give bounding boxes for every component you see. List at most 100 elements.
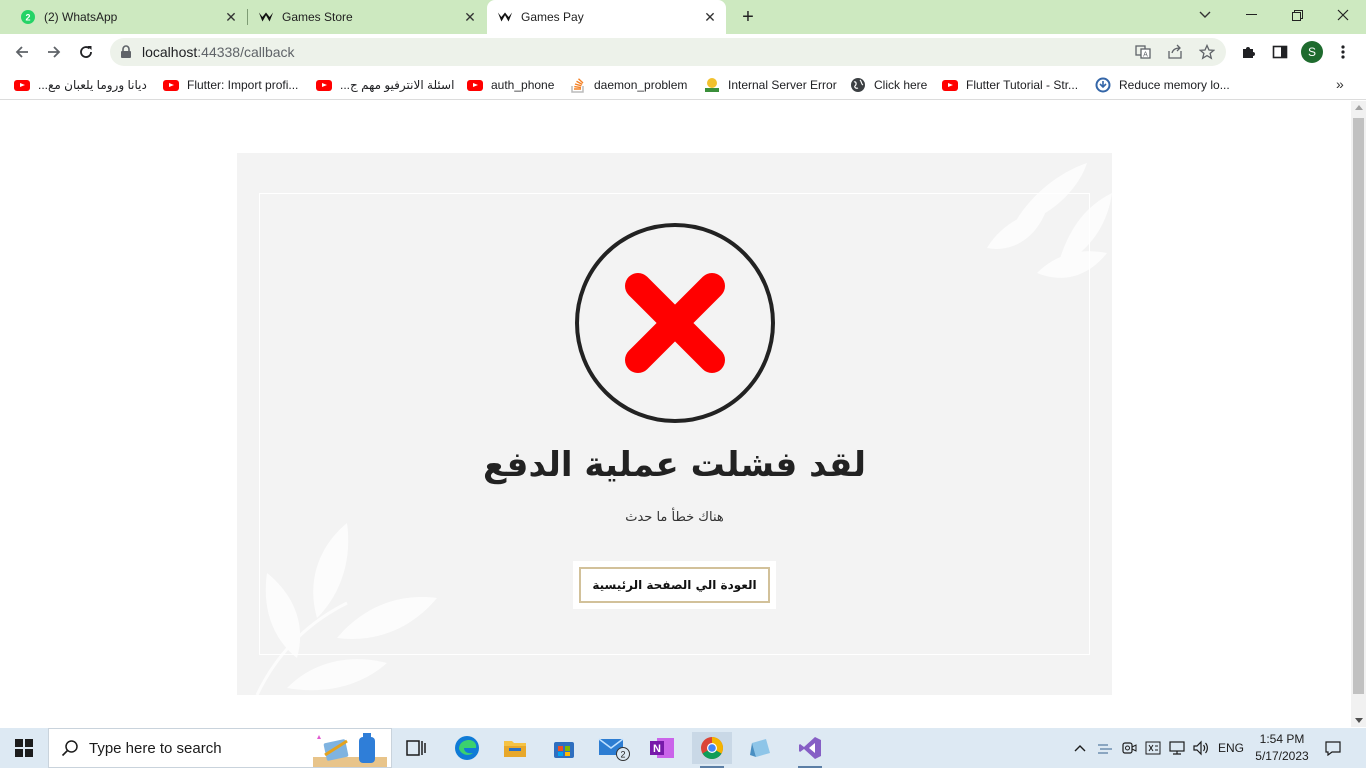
- bookmark-label: auth_phone: [491, 78, 555, 92]
- whatsapp-badge: 2: [25, 13, 30, 23]
- windows-logo-icon: [15, 739, 33, 757]
- bookmark-label: Flutter Tutorial - Str...: [966, 78, 1079, 92]
- youtube-icon: [14, 77, 30, 93]
- bookmark-item[interactable]: Flutter Tutorial - Str...: [942, 76, 1078, 94]
- lock-icon[interactable]: [120, 45, 132, 59]
- url-path: :44338/callback: [197, 44, 295, 60]
- taskbar-clock[interactable]: 1:54 PM 5/17/2023: [1250, 731, 1314, 765]
- close-window-button[interactable]: [1320, 0, 1366, 30]
- payment-result-card: لقد فشلت عملية الدفع هناك خطأ ما حدث الع…: [237, 153, 1112, 695]
- url-host: localhost: [142, 44, 198, 60]
- games-logo-icon: [258, 9, 274, 25]
- error-message: هناك خطأ ما حدث: [625, 510, 724, 525]
- tab-strip: 2 (2) WhatsApp ✕ Games Store ✕ Games Pay…: [0, 0, 1366, 34]
- tab-title: Games Store: [282, 10, 353, 24]
- onenote-icon[interactable]: N: [642, 732, 682, 764]
- input-indicator-icon[interactable]: [1142, 728, 1164, 768]
- side-panel-icon[interactable]: [1270, 42, 1290, 62]
- games-logo-icon: [497, 9, 513, 25]
- edge-browser-icon[interactable]: [447, 732, 487, 764]
- translate-icon[interactable]: A: [1134, 43, 1152, 61]
- windows-taskbar: Type here to search 2 N ENG 1:54 PM 5/17…: [0, 728, 1366, 768]
- url-text: localhost:44338/callback: [142, 44, 295, 60]
- bookmark-item[interactable]: auth_phone: [467, 76, 554, 94]
- bookmark-label: ديانا وروما يلعبان مع...: [38, 78, 147, 92]
- bookmark-label: Internal Server Error: [728, 78, 837, 92]
- shield-icon: [1095, 77, 1111, 93]
- visual-studio-icon[interactable]: [790, 732, 830, 768]
- page-title: لقد فشلت عملية الدفع: [482, 445, 867, 485]
- bookmark-item[interactable]: Click here: [850, 76, 927, 94]
- search-icon: [61, 739, 79, 757]
- vertical-scrollbar[interactable]: [1351, 101, 1366, 727]
- close-tab-icon[interactable]: ✕: [700, 7, 720, 27]
- youtube-icon: [163, 77, 179, 93]
- scroll-up-icon[interactable]: [1355, 105, 1363, 110]
- tab-search-icon[interactable]: [1182, 0, 1228, 30]
- scroll-down-icon[interactable]: [1355, 718, 1363, 723]
- scrollbar-thumb[interactable]: [1353, 118, 1364, 694]
- bookmark-item[interactable]: اسئلة الانترفيو مهم ج...: [316, 76, 454, 94]
- clock-date: 5/17/2023: [1255, 749, 1309, 763]
- youtube-icon: [942, 77, 958, 93]
- share-icon[interactable]: [1166, 43, 1184, 61]
- weather-icon[interactable]: [1094, 728, 1116, 768]
- show-hidden-icons-icon[interactable]: [1070, 728, 1090, 768]
- reload-button[interactable]: [72, 38, 100, 66]
- bookmark-item[interactable]: ديانا وروما يلعبان مع...: [14, 76, 147, 94]
- meet-now-icon[interactable]: [1118, 728, 1140, 768]
- microsoft-store-icon[interactable]: [544, 732, 584, 764]
- tab-title: Games Pay: [521, 10, 584, 24]
- site-icon: [704, 77, 720, 93]
- home-button-container: العودة الي الصفحة الرئيسية: [573, 561, 776, 609]
- bookmark-label: Click here: [874, 78, 928, 92]
- back-button[interactable]: [8, 38, 36, 66]
- bookmark-item[interactable]: Internal Server Error: [704, 76, 837, 94]
- new-tab-button[interactable]: +: [737, 6, 759, 28]
- extensions-icon[interactable]: [1238, 42, 1258, 62]
- bookmark-item[interactable]: Flutter: Import profi...: [163, 76, 298, 94]
- bookmark-item[interactable]: daemon_problem: [570, 76, 687, 94]
- language-indicator[interactable]: ENG: [1214, 728, 1248, 768]
- page-viewport: لقد فشلت عملية الدفع هناك خطأ ما حدث الع…: [0, 101, 1366, 727]
- bookmark-label: Reduce memory lo...: [1119, 78, 1230, 92]
- more-bookmarks-icon[interactable]: »: [1336, 76, 1344, 92]
- search-placeholder: Type here to search: [89, 739, 222, 757]
- address-bar[interactable]: localhost:44338/callback A: [110, 38, 1226, 66]
- menu-icon[interactable]: [1333, 42, 1353, 62]
- bookmark-star-icon[interactable]: [1198, 43, 1216, 61]
- profile-avatar[interactable]: S: [1301, 41, 1323, 63]
- tab-games-store[interactable]: Games Store ✕: [248, 0, 486, 34]
- close-tab-icon[interactable]: ✕: [221, 7, 241, 27]
- search-highlight-illustration-icon: [313, 733, 387, 767]
- notifications-icon[interactable]: [1320, 728, 1346, 768]
- network-icon[interactable]: [1166, 728, 1188, 768]
- taskbar-search-box[interactable]: Type here to search: [48, 728, 392, 768]
- bookmark-label: اسئلة الانترفيو مهم ج...: [340, 78, 455, 92]
- bookmarks-bar: ديانا وروما يلعبان مع... Flutter: Import…: [0, 70, 1366, 100]
- tab-title: (2) WhatsApp: [44, 10, 118, 24]
- forward-button[interactable]: [40, 38, 68, 66]
- bookmark-label: daemon_problem: [594, 78, 688, 92]
- browser-toolbar: localhost:44338/callback A S: [0, 34, 1366, 70]
- back-to-home-button[interactable]: العودة الي الصفحة الرئيسية: [579, 567, 770, 603]
- tab-games-pay[interactable]: Games Pay ✕: [487, 0, 726, 34]
- clock-time: 1:54 PM: [1259, 732, 1305, 746]
- minimize-button[interactable]: [1228, 0, 1274, 30]
- restore-button[interactable]: [1274, 0, 1320, 30]
- file-explorer-icon[interactable]: [495, 732, 535, 764]
- mail-icon[interactable]: 2: [594, 732, 634, 764]
- chrome-icon[interactable]: [692, 732, 732, 768]
- svg-text:N: N: [653, 743, 661, 755]
- bookmark-item[interactable]: Reduce memory lo...: [1095, 76, 1230, 94]
- volume-icon[interactable]: [1190, 728, 1212, 768]
- start-button[interactable]: [0, 728, 48, 768]
- task-view-icon[interactable]: [396, 732, 436, 764]
- payment-failed-icon: [575, 223, 775, 423]
- youtube-icon: [467, 77, 483, 93]
- stackoverflow-icon: [570, 77, 586, 93]
- close-tab-icon[interactable]: ✕: [460, 7, 480, 27]
- whatsapp-icon: 2: [20, 9, 36, 25]
- notepad-icon[interactable]: [740, 732, 780, 764]
- tab-whatsapp[interactable]: 2 (2) WhatsApp ✕: [0, 0, 247, 34]
